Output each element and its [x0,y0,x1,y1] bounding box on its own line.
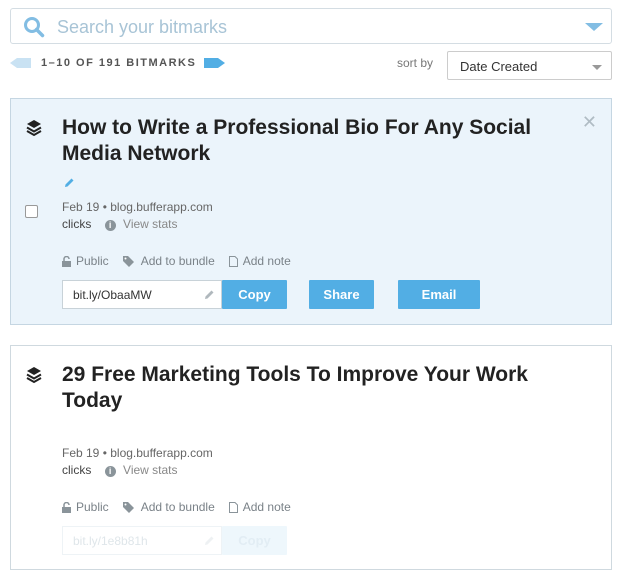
edit-icon[interactable] [203,289,215,301]
bundle-label: Add to bundle [140,254,215,268]
tag-icon [122,501,134,513]
add-to-bundle-button[interactable]: Add to bundle [122,254,215,268]
pagination: 1–10 OF 191 BITMARKS [10,55,226,71]
caret-down-icon [592,65,602,70]
public-toggle[interactable]: Public [62,254,109,268]
add-to-bundle-button[interactable]: Add to bundle [122,500,215,514]
search-bar[interactable] [10,8,612,44]
bitmark-actions: Public Add to bundle Add note [62,254,291,268]
add-note-button[interactable]: Add note [228,254,291,268]
public-label: Public [76,500,109,514]
result-count: 1–10 OF 191 BITMARKS [41,57,197,69]
previous-page-icon[interactable] [10,58,17,68]
select-checkbox[interactable] [25,205,38,218]
layers-icon [26,120,42,137]
info-icon: i [104,220,116,231]
short-url-field[interactable]: bit.ly/ObaaMW [62,280,222,309]
bitmark-meta: Feb 19 • blog.bufferapp.com [62,200,213,214]
copy-button[interactable]: Copy [222,280,287,309]
note-label: Add note [242,254,291,268]
share-button[interactable]: Share [309,280,374,309]
sort-label: sort by [397,56,434,70]
short-url[interactable]: bit.ly/1e8b81h [73,534,148,548]
clicks-label: clicks [62,463,92,477]
bitmark-card[interactable]: 29 Free Marketing Tools To Improve Your … [10,345,612,570]
bitmark-clicks: clicks i View stats [62,217,178,231]
bitmark-meta: Feb 19 • blog.bufferapp.com [62,446,213,460]
short-url-field[interactable]: bit.ly/1e8b81h [62,526,222,555]
public-label: Public [76,254,109,268]
bitmark-domain: blog.bufferapp.com [110,446,213,460]
clicks-label: clicks [62,217,92,231]
sort-select[interactable]: Date Created [447,51,612,80]
bitmark-actions: Public Add to bundle Add note [62,500,291,514]
search-icon [24,17,45,38]
bitmark-domain: blog.bufferapp.com [110,200,213,214]
bitmark-date: Feb 19 [62,446,100,460]
lock-icon [62,255,71,267]
note-icon [228,501,238,513]
bitmark-title[interactable]: 29 Free Marketing Tools To Improve Your … [62,362,562,414]
edit-icon[interactable] [203,535,215,547]
bitmark-date: Feb 19 [62,200,100,214]
previous-page-button[interactable] [17,58,31,68]
note-icon [228,255,238,267]
bundle-label: Add to bundle [140,500,215,514]
next-page-icon[interactable] [218,58,226,68]
copy-button[interactable]: Copy [222,526,287,555]
public-toggle[interactable]: Public [62,500,109,514]
lock-icon [62,501,71,513]
bitmark-title[interactable]: How to Write a Professional Bio For Any … [62,115,562,167]
sort-selected-value: Date Created [460,59,538,74]
bitmark-card[interactable]: How to Write a Professional Bio For Any … [10,98,612,325]
add-note-button[interactable]: Add note [228,500,291,514]
layers-icon [26,367,42,384]
short-url[interactable]: bit.ly/ObaaMW [73,288,152,302]
search-input[interactable] [57,14,577,40]
close-icon[interactable]: ✕ [582,112,597,133]
info-icon: i [104,466,116,477]
tag-icon [122,255,134,267]
next-page-button[interactable] [204,58,219,68]
bitmark-clicks: clicks i View stats [62,463,178,477]
note-label: Add note [242,500,291,514]
pencil-icon[interactable] [63,177,75,189]
view-stats-link[interactable]: View stats [123,463,177,477]
view-stats-link[interactable]: View stats [123,217,177,231]
chevron-down-icon[interactable] [585,23,603,31]
email-button[interactable]: Email [398,280,480,309]
